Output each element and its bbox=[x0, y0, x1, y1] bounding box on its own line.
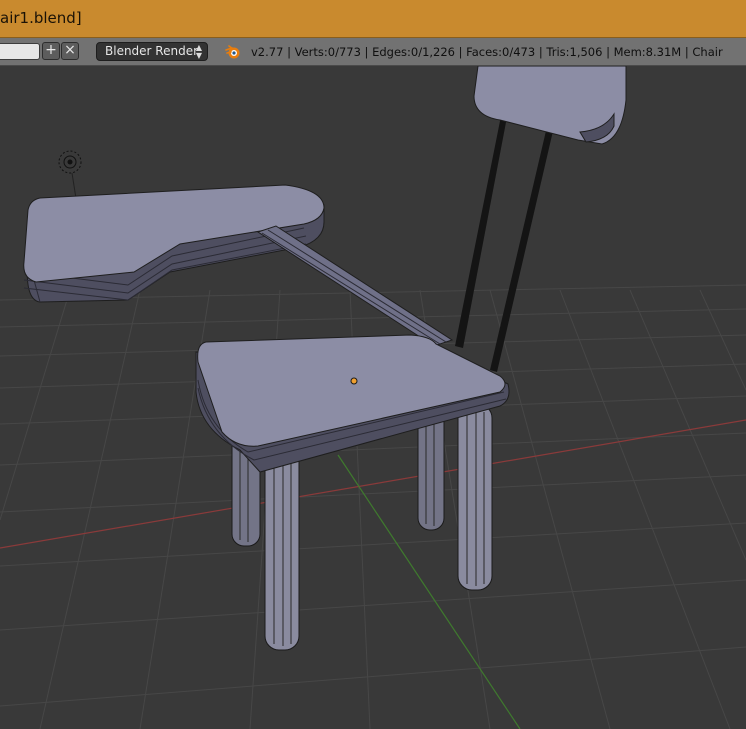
blender-logo-icon bbox=[225, 45, 240, 59]
window-titlebar: air1.blend] bbox=[0, 0, 746, 38]
scene-name-field[interactable] bbox=[0, 43, 40, 60]
window-title: air1.blend] bbox=[0, 9, 82, 27]
chair-leg-front-left[interactable] bbox=[264, 447, 300, 651]
chair-leg-front-right[interactable] bbox=[457, 403, 493, 591]
3d-viewport[interactable] bbox=[0, 66, 746, 729]
scene-statistics: v2.77 | Verts:0/773 | Edges:0/1,226 | Fa… bbox=[251, 45, 723, 59]
delete-scene-button[interactable]: × bbox=[61, 42, 79, 60]
object-origin-icon bbox=[350, 377, 358, 385]
plus-icon: + bbox=[45, 42, 57, 58]
render-engine-label: Blender Render bbox=[105, 44, 199, 58]
render-engine-dropdown[interactable]: Blender Render ▲ ▼ bbox=[96, 42, 208, 61]
add-scene-button[interactable]: + bbox=[42, 42, 60, 60]
x-icon: × bbox=[64, 42, 76, 58]
updown-arrows-icon: ▲ ▼ bbox=[195, 43, 202, 60]
